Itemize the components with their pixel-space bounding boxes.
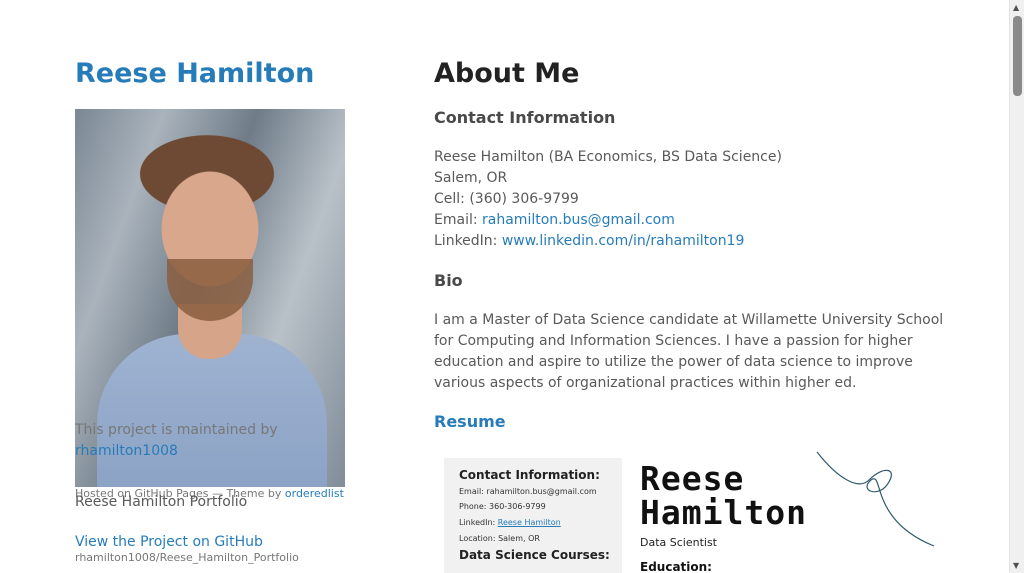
contact-name: Reese Hamilton (BA Economics, BS Data Sc…	[434, 149, 782, 165]
resume-name-first: Reese	[640, 459, 745, 498]
resume-preview-image: Contact Information: Email: rahamilton.b…	[444, 450, 939, 573]
resume-linkedin-value: Reese Hamilton	[497, 518, 561, 527]
resume-link[interactable]: Resume	[434, 412, 506, 431]
contact-cell: Cell: (360) 306-9799	[434, 191, 579, 207]
scroll-down-icon[interactable]: ▼	[1013, 561, 1019, 570]
linkedin-link[interactable]: www.linkedin.com/in/rahamilton19	[502, 233, 745, 249]
resume-location: Location: Salem, OR	[459, 534, 540, 543]
resume-name-last: Hamilton	[640, 493, 807, 532]
maintainer-link[interactable]: rhamilton1008	[75, 443, 178, 459]
page-scrollbar[interactable]: ▲ ▼	[1009, 0, 1024, 573]
resume-linkedin: LinkedIn: Reese Hamilton	[459, 518, 561, 527]
resume-subtitle: Data Scientist	[640, 536, 717, 549]
resume-education-heading: Education:	[640, 560, 712, 573]
email-link[interactable]: rahamilton.bus@gmail.com	[482, 212, 675, 228]
view-project-link[interactable]: View the Project on GitHub	[75, 534, 263, 550]
swirl-decoration-icon	[816, 451, 935, 547]
scroll-up-icon[interactable]: ▲	[1013, 3, 1019, 12]
maintained-by: This project is maintained by rhamilton1…	[75, 420, 295, 462]
contact-location: Salem, OR	[434, 170, 508, 186]
contact-heading: Contact Information	[434, 108, 616, 127]
contact-info: Reese Hamilton (BA Economics, BS Data Sc…	[434, 147, 782, 252]
bio-text: I am a Master of Data Science candidate …	[434, 312, 944, 391]
linkedin-label: LinkedIn:	[434, 233, 502, 249]
site-title[interactable]: Reese Hamilton	[75, 52, 314, 96]
resume-name: Reese Hamilton	[640, 462, 807, 530]
resume-linkedin-label: LinkedIn:	[459, 518, 498, 527]
resume-contact-heading: Contact Information:	[459, 468, 600, 482]
resume-phone: Phone: 360-306-9799	[459, 502, 546, 511]
repo-path: rhamilton1008/Reese_Hamilton_Portfolio	[75, 551, 299, 564]
repo-title: Reese Hamilton Portfolio	[75, 494, 248, 510]
email-label: Email:	[434, 212, 483, 228]
page-title: About Me	[434, 58, 580, 89]
theme-link[interactable]: orderedlist	[285, 487, 344, 500]
maintained-text: This project is maintained by	[75, 422, 278, 438]
resume-sidebar: Contact Information: Email: rahamilton.b…	[444, 458, 622, 573]
contact-email-row: Email: rahamilton.bus@gmail.com	[434, 210, 782, 231]
resume-courses-heading: Data Science Courses:	[459, 548, 610, 562]
contact-linkedin-row: LinkedIn: www.linkedin.com/in/rahamilton…	[434, 231, 782, 252]
resume-email: Email: rahamilton.bus@gmail.com	[459, 487, 597, 496]
scroll-thumb[interactable]	[1013, 16, 1022, 96]
bio-heading: Bio	[434, 271, 463, 290]
